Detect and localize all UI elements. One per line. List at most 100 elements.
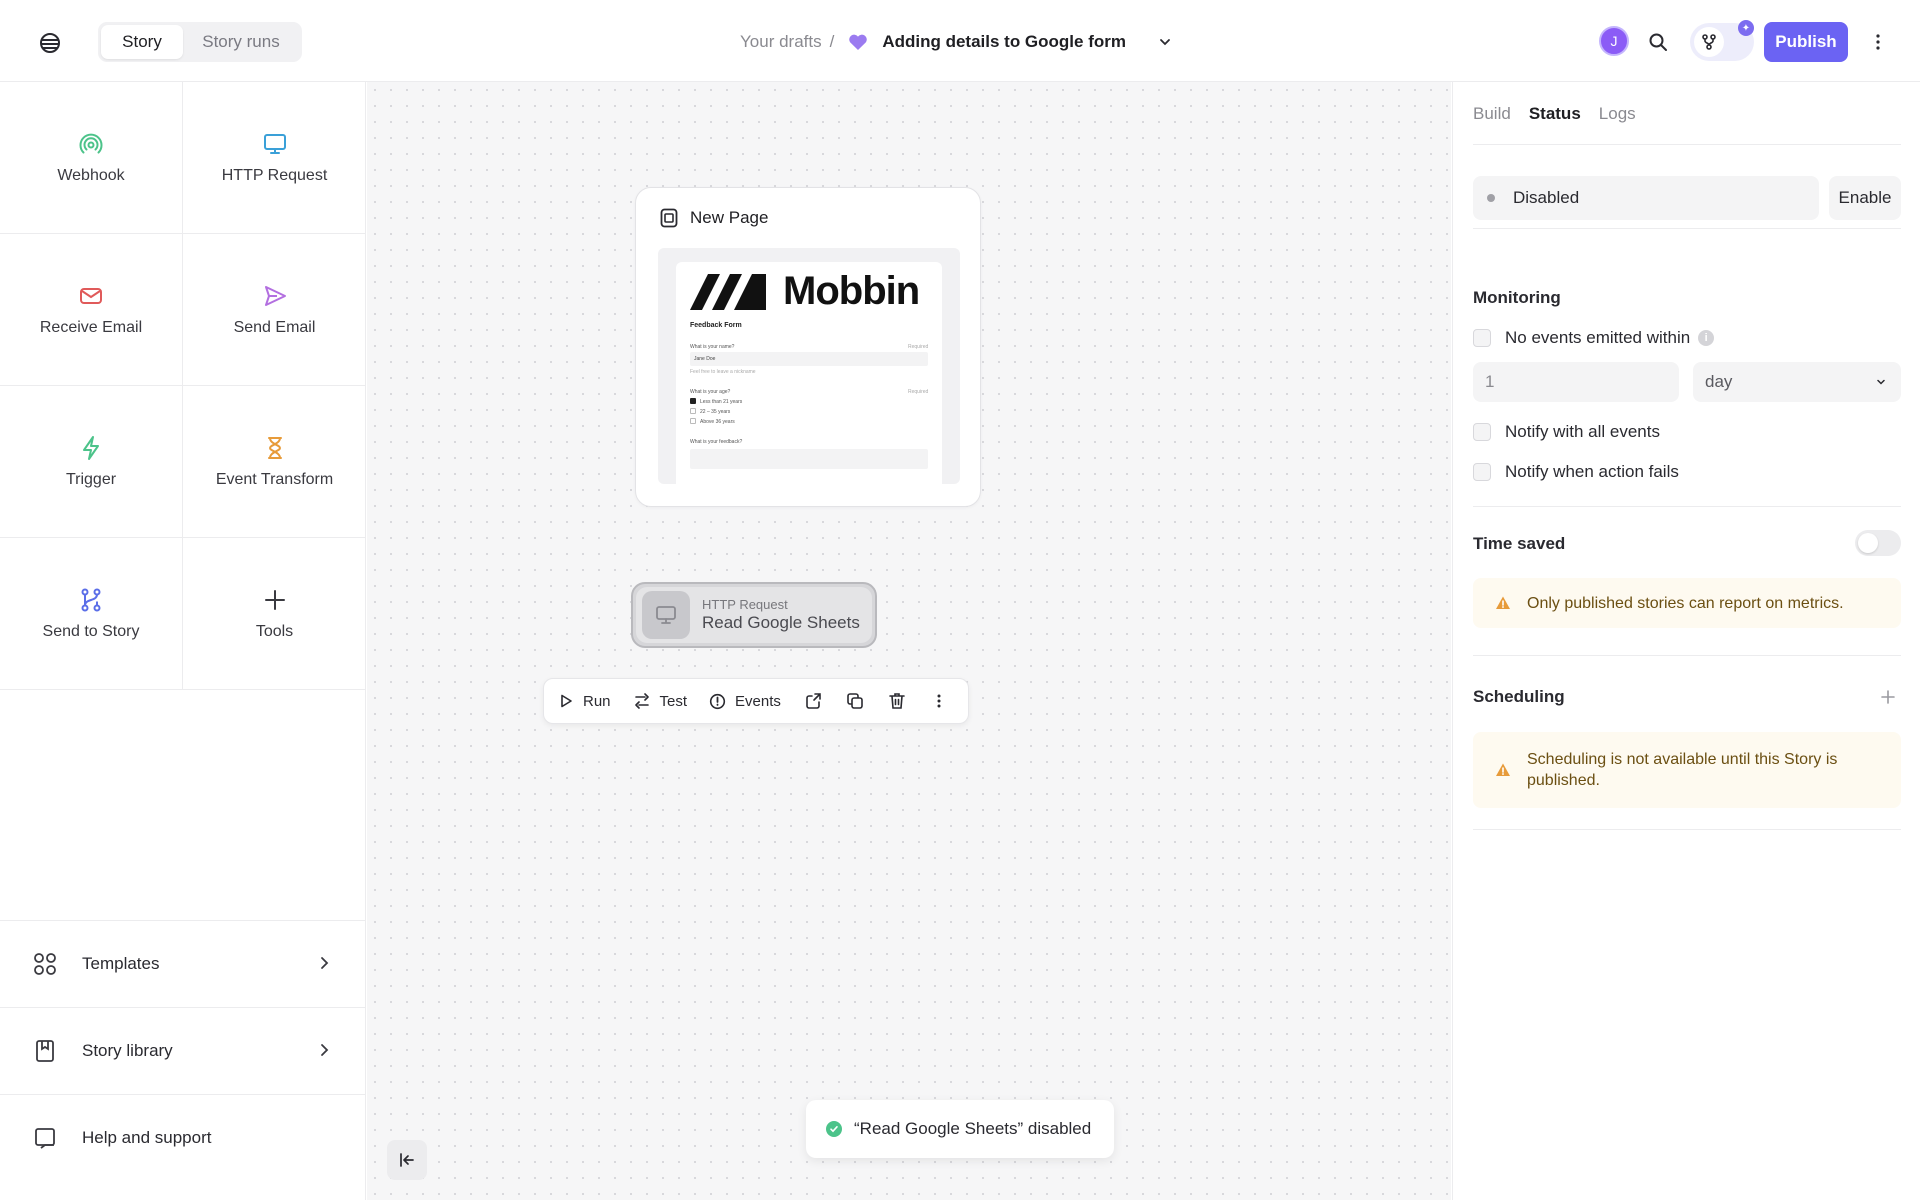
tab-build[interactable]: Build xyxy=(1473,104,1511,124)
feedback-field xyxy=(690,449,928,469)
preview-paper: Mobbin Feedback Form What is your name? … xyxy=(676,262,942,484)
tile-label: Send to Story xyxy=(42,622,140,640)
sidebar-item-templates[interactable]: Templates xyxy=(0,920,366,1007)
app-logo-icon[interactable] xyxy=(36,29,64,57)
story-canvas[interactable]: New Page Mobbin Feedback Form What is yo… xyxy=(367,82,1451,1200)
version-toggle[interactable]: ✦ xyxy=(1690,20,1754,61)
page-node-header: New Page xyxy=(660,208,768,228)
field-hint: Feel free to leave a nickname xyxy=(690,369,756,375)
play-icon xyxy=(561,694,572,708)
tile-label: Event Transform xyxy=(215,470,334,488)
collapse-left-icon xyxy=(400,1153,414,1167)
page-node[interactable]: New Page Mobbin Feedback Form What is yo… xyxy=(635,187,981,507)
checkbox xyxy=(690,408,696,414)
interval-amount-input[interactable]: 1 xyxy=(1473,362,1679,402)
plus-icon xyxy=(262,587,288,613)
action-node-text: HTTP Request Read Google Sheets xyxy=(702,597,860,633)
divider xyxy=(1473,144,1901,145)
tile-trigger[interactable]: Trigger xyxy=(0,386,183,538)
test-button[interactable]: Test xyxy=(633,692,687,710)
warning-icon xyxy=(1496,763,1510,776)
checkbox-checked xyxy=(690,398,696,404)
breadcrumb-drafts[interactable]: Your drafts xyxy=(740,32,822,52)
divider xyxy=(1473,506,1901,507)
time-saved-title: Time saved xyxy=(1473,534,1566,553)
tile-label: Trigger xyxy=(65,470,117,488)
enable-button[interactable]: Enable xyxy=(1829,176,1901,220)
time-saved-toggle[interactable] xyxy=(1855,530,1901,556)
add-schedule-icon[interactable] xyxy=(1879,688,1897,706)
no-events-row: No events emitted within i xyxy=(1473,328,1715,348)
avatar[interactable]: J xyxy=(1599,26,1629,56)
scheduling-warning: Scheduling is not available until this S… xyxy=(1473,732,1901,808)
run-button[interactable]: Run xyxy=(558,693,611,710)
node-action-bar: Run Test Events xyxy=(543,678,969,724)
notify-all-checkbox[interactable] xyxy=(1473,423,1491,441)
sidebar-item-story-library[interactable]: Story library xyxy=(0,1007,366,1094)
name-field: Jane Doe xyxy=(690,352,928,366)
divider xyxy=(1473,655,1901,656)
notify-fail-checkbox[interactable] xyxy=(1473,463,1491,481)
sidebar-item-label: Templates xyxy=(82,954,160,973)
divider xyxy=(1473,228,1901,229)
hourglass-icon xyxy=(262,435,288,461)
tile-http-request[interactable]: HTTP Request xyxy=(183,82,366,234)
events-button[interactable]: Events xyxy=(709,693,781,710)
required-label: Required xyxy=(908,389,929,395)
export-icon[interactable] xyxy=(803,691,823,711)
checkbox xyxy=(690,418,696,424)
run-label: Run xyxy=(583,692,611,710)
sidebar-item-help[interactable]: Help and support xyxy=(0,1094,366,1181)
toggle-knob xyxy=(1858,533,1878,553)
no-events-checkbox[interactable] xyxy=(1473,329,1491,347)
monitor-icon xyxy=(262,131,288,157)
tab-status[interactable]: Status xyxy=(1529,104,1581,124)
tile-receive-email[interactable]: Receive Email xyxy=(0,234,183,386)
toast-notification: “Read Google Sheets” disabled xyxy=(806,1100,1114,1158)
scheduling-warning-text: Scheduling is not available until this S… xyxy=(1527,751,1838,789)
branch-icon xyxy=(78,587,104,613)
tile-label: HTTP Request xyxy=(221,166,328,184)
more-vertical-icon[interactable] xyxy=(929,691,949,711)
option-label: Less than 21 years xyxy=(700,399,743,405)
tab-logs[interactable]: Logs xyxy=(1599,104,1636,124)
chevron-down-icon[interactable] xyxy=(1158,35,1172,49)
more-vertical-icon[interactable] xyxy=(1868,30,1888,54)
tile-webhook[interactable]: Webhook xyxy=(0,82,183,234)
story-title[interactable]: Adding details to Google form xyxy=(882,32,1126,52)
page-node-title: New Page xyxy=(690,208,769,227)
notify-fail-row: Notify when action fails xyxy=(1473,462,1679,482)
search-icon[interactable] xyxy=(1646,30,1670,54)
action-node-read-google-sheets[interactable]: HTTP Request Read Google Sheets xyxy=(631,582,877,648)
question-label: What is your age? xyxy=(690,389,731,395)
tab-story-runs[interactable]: Story runs xyxy=(183,25,299,59)
test-icon xyxy=(634,693,649,709)
action-node-name: Read Google Sheets xyxy=(702,613,860,632)
interval-unit-select[interactable]: day xyxy=(1693,362,1901,402)
trash-icon[interactable] xyxy=(887,691,907,711)
tile-label: Tools xyxy=(255,622,294,640)
tile-send-email[interactable]: Send Email xyxy=(183,234,366,386)
action-node-body: HTTP Request Read Google Sheets xyxy=(636,587,872,643)
bolt-icon xyxy=(78,435,104,461)
page-preview: Mobbin Feedback Form What is your name? … xyxy=(658,248,960,484)
tile-tools[interactable]: Tools xyxy=(183,538,366,690)
status-field: Disabled xyxy=(1473,176,1819,220)
tile-send-to-story[interactable]: Send to Story xyxy=(0,538,183,690)
sparkle-icon: ✦ xyxy=(1738,20,1754,36)
heart-icon xyxy=(848,33,868,51)
tile-label: Send Email xyxy=(233,318,316,336)
tile-event-transform[interactable]: Event Transform xyxy=(183,386,366,538)
book-icon xyxy=(32,1038,58,1064)
collapse-sidebar-button[interactable] xyxy=(387,1140,427,1180)
publish-button[interactable]: Publish xyxy=(1764,22,1848,62)
no-events-label: No events emitted within xyxy=(1505,328,1691,347)
monitoring-title: Monitoring xyxy=(1473,288,1561,307)
duplicate-icon[interactable] xyxy=(845,691,865,711)
check-circle-icon xyxy=(826,1121,842,1137)
tile-label: Receive Email xyxy=(39,318,143,336)
tab-story[interactable]: Story xyxy=(101,25,183,59)
time-saved-warning: Only published stories can report on met… xyxy=(1473,578,1901,628)
info-icon[interactable]: i xyxy=(1698,330,1715,346)
status-dot-icon xyxy=(1487,194,1495,202)
